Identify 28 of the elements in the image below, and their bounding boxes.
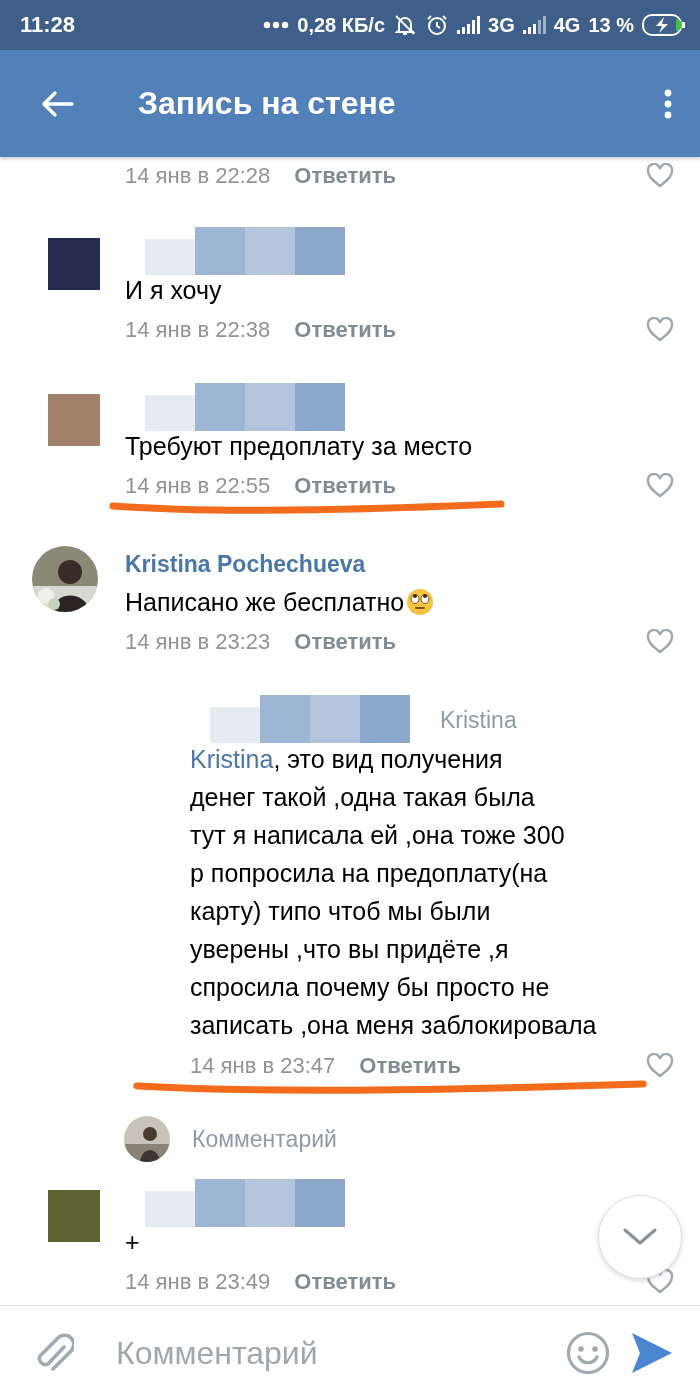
comment-text: Kristina, это вид получения денег такой ,одна такая была тут я написала ей ,она тоже 300 р попросила на предоплату(на карту) типо чтоб мы были уверены ,что вы придёте ,я спросила почему бы просто не записать ,она меня заблокировала <box>190 744 597 1041</box>
timestamp: 14 янв в 23:23 <box>125 629 271 655</box>
battery-percent: 13 % <box>588 13 634 37</box>
comment-text: Написано же бесплатно <box>125 584 435 620</box>
data-speed: 0,28 КБ/с <box>297 13 386 37</box>
network-type: 4G <box>553 13 581 37</box>
clock-time: 11:28 <box>20 12 76 38</box>
reply-link[interactable]: Ответить <box>294 473 396 499</box>
reply-link[interactable]: Ответить <box>294 317 396 343</box>
timestamp: 14 янв в 22:28 <box>125 163 271 189</box>
reply-to-name: Kristina <box>440 706 517 734</box>
comment-field[interactable]: Комментарий <box>190 1124 700 1154</box>
mention-link[interactable]: Kristina <box>190 745 274 773</box>
comment-text: И я хочу <box>125 275 222 306</box>
reply-link[interactable]: Ответить <box>294 163 396 189</box>
comment-text: + <box>125 1227 140 1258</box>
comment-text: Требуют предоплату за место <box>125 431 473 462</box>
timestamp: 14 янв в 23:47 <box>190 1053 336 1079</box>
timestamp: 14 янв в 22:38 <box>125 317 271 343</box>
timestamp: 14 янв в 23:49 <box>125 1269 271 1295</box>
timestamp: 14 янв в 22:55 <box>125 473 271 499</box>
screen-title: Запись на стене <box>138 85 397 122</box>
reply-link[interactable]: Ответить <box>359 1053 461 1079</box>
network-type: 3G <box>488 13 515 37</box>
comment-field[interactable]: Комментарий <box>114 1333 550 1373</box>
reply-link[interactable]: Ответить <box>294 1269 396 1295</box>
author-name[interactable]: Kristina Pochechueva <box>125 550 366 578</box>
reply-link[interactable]: Ответить <box>294 629 396 655</box>
